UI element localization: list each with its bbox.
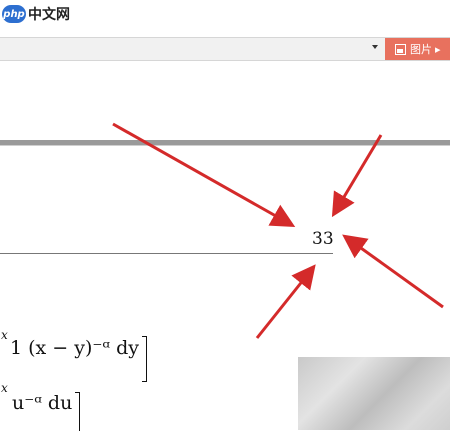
arrow-icon (112, 122, 296, 227)
arrow-icon (342, 234, 444, 309)
arrow-icon (255, 264, 316, 339)
arrow-icon (331, 134, 383, 218)
annotation-arrows (112, 122, 444, 339)
